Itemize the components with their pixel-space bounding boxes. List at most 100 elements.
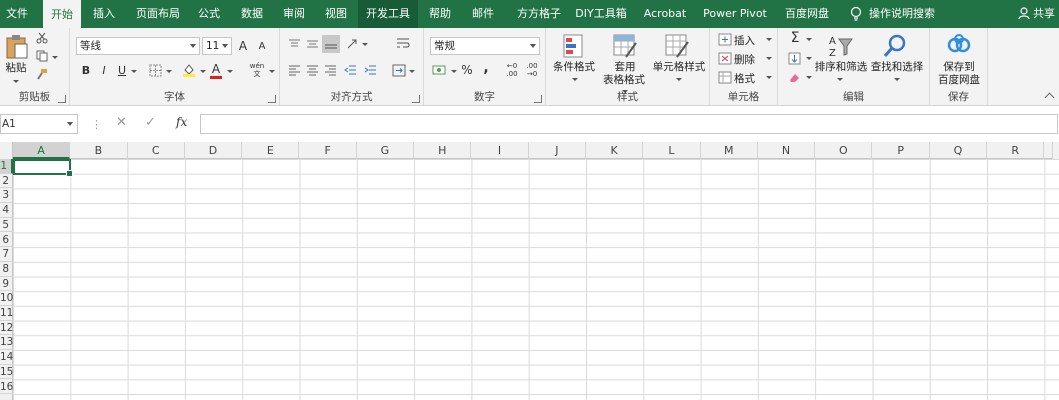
increase-indent-icon[interactable] [364, 65, 377, 76]
align-bottom-icon[interactable] [322, 35, 340, 53]
row-header[interactable]: 13 [0, 335, 13, 351]
row-header[interactable]: 6 [0, 233, 13, 248]
clipboard-launcher-icon[interactable] [58, 95, 66, 103]
row-header[interactable]: 2 [0, 174, 13, 189]
increase-decimal-icon[interactable]: ←0.00 [504, 62, 520, 78]
row-header[interactable]: 10 [0, 291, 13, 306]
tab-review[interactable]: 审阅 [278, 0, 310, 28]
font-color-icon[interactable]: A [210, 62, 222, 79]
name-box[interactable]: A1 [0, 114, 78, 134]
tab-view[interactable]: 视图 [320, 0, 352, 28]
find-select-icon[interactable] [882, 33, 908, 59]
column-header[interactable]: P [873, 142, 930, 159]
decrease-decimal-icon[interactable]: .00 →0 [524, 62, 540, 78]
fill-icon[interactable] [788, 52, 801, 65]
column-header[interactable]: M [701, 142, 758, 159]
column-header[interactable]: N [758, 142, 816, 159]
row-header[interactable]: 3 [0, 188, 13, 204]
column-header[interactable]: J [529, 142, 586, 159]
paste-button[interactable]: 粘贴 [3, 62, 29, 75]
row-header[interactable]: 14 [0, 350, 13, 365]
fill-color-icon[interactable] [182, 63, 196, 77]
column-header[interactable]: R [987, 142, 1045, 159]
grow-font-button[interactable]: A [237, 39, 249, 53]
tab-insert[interactable]: 插入 [88, 0, 120, 28]
comma-button[interactable]: , [481, 61, 491, 75]
conditional-formatting-icon[interactable] [562, 33, 586, 59]
insert-function-button[interactable]: fx [176, 115, 187, 129]
column-header[interactable]: O [815, 142, 873, 159]
save-to-netdisk-line1[interactable]: 保存到 [932, 61, 986, 74]
find-select-button[interactable]: 查找和选择 [870, 61, 924, 74]
format-as-table-button-line1[interactable]: 套用 [602, 61, 648, 74]
row-header[interactable]: 7 [0, 247, 13, 262]
tab-power-pivot[interactable]: Power Pivot [700, 0, 770, 28]
alignment-launcher-icon[interactable] [412, 95, 420, 103]
percent-button[interactable]: % [461, 63, 473, 77]
save-to-netdisk-line2[interactable]: 百度网盘 [932, 74, 986, 87]
column-header[interactable]: D [185, 142, 243, 159]
tab-file[interactable]: 文件 [0, 0, 34, 28]
format-as-table-icon[interactable] [612, 33, 638, 59]
font-launcher-icon[interactable] [268, 95, 276, 103]
cancel-entry-icon[interactable]: ✕ [116, 115, 127, 130]
number-launcher-icon[interactable] [534, 95, 542, 103]
copy-icon[interactable] [36, 50, 48, 62]
column-header[interactable]: E [242, 142, 300, 159]
tab-data[interactable]: 数据 [236, 0, 268, 28]
bold-button[interactable]: B [80, 64, 92, 78]
tab-page-layout[interactable]: 页面布局 [130, 0, 186, 28]
sort-filter-icon[interactable]: A Z [828, 33, 854, 59]
delete-cells-button[interactable]: 删除 [734, 52, 755, 67]
formula-bar-splitter[interactable]: ⋮ [91, 118, 102, 131]
wrap-text-icon[interactable] [396, 36, 410, 50]
share-button[interactable]: 共享 [1018, 0, 1055, 28]
select-all-corner[interactable] [0, 142, 13, 159]
row-header[interactable]: 5 [0, 218, 13, 233]
align-top-icon[interactable] [288, 38, 301, 50]
row-header[interactable]: 8 [0, 262, 13, 277]
row-header[interactable]: 12 [0, 321, 13, 336]
merge-center-icon[interactable] [392, 64, 406, 77]
cell-styles-button[interactable]: 单元格样式 [650, 61, 708, 74]
format-cells-icon[interactable] [718, 71, 732, 84]
column-header[interactable]: C [128, 142, 185, 159]
font-size-combo[interactable]: 11 [202, 37, 232, 55]
align-center-icon[interactable] [306, 65, 319, 76]
paste-icon[interactable] [5, 34, 29, 60]
row-header[interactable]: 16 [0, 380, 13, 395]
scrollbar-corner[interactable] [1052, 142, 1059, 159]
phonetic-icon[interactable]: wén 文 [248, 62, 266, 78]
tab-diy-toolbox[interactable]: DIY工具箱 [574, 0, 628, 28]
worksheet-grid[interactable]: ABCDEFGHIJKLMNOPQR 1 2 3 4 5 6 7 8 9 10 11 12 13 14 15… [0, 142, 1059, 400]
formula-input[interactable] [200, 114, 1058, 134]
border-icon[interactable] [149, 64, 162, 77]
row-header[interactable]: 4 [0, 203, 13, 218]
active-cell-a1[interactable] [13, 159, 73, 177]
autosum-icon[interactable]: Σ [788, 31, 802, 45]
clear-icon[interactable] [788, 71, 801, 83]
format-cells-button[interactable]: 格式 [734, 71, 755, 86]
tab-tell-me[interactable]: 操作说明搜索 [866, 0, 938, 28]
tab-help[interactable]: 帮助 [424, 0, 456, 28]
tab-developer[interactable]: 开发工具 [358, 0, 418, 28]
column-header[interactable]: I [471, 142, 529, 159]
tab-acrobat[interactable]: Acrobat [640, 0, 690, 28]
column-header[interactable]: L [643, 142, 701, 159]
tab-ffgz[interactable]: 方方格子 [510, 0, 568, 28]
tab-baidu-netdisk[interactable]: 百度网盘 [780, 0, 834, 28]
tab-mail[interactable]: 邮件 [467, 0, 499, 28]
row-header[interactable]: 9 [0, 277, 13, 292]
conditional-formatting-button[interactable]: 条件格式 [550, 61, 598, 74]
column-header[interactable]: B [70, 142, 128, 159]
tab-home[interactable]: 开始 [43, 0, 81, 28]
shrink-font-button[interactable]: A [256, 40, 268, 54]
sort-filter-button[interactable]: 排序和筛选 [814, 61, 868, 74]
number-format-combo[interactable]: 常规 [430, 37, 540, 55]
column-header[interactable]: Q [930, 142, 988, 159]
insert-cells-icon[interactable] [718, 33, 732, 46]
orientation-icon[interactable] [346, 38, 359, 50]
decrease-indent-icon[interactable] [344, 65, 357, 76]
row-header[interactable]: 1 [0, 159, 13, 174]
font-name-combo[interactable]: 等线 [76, 37, 200, 55]
